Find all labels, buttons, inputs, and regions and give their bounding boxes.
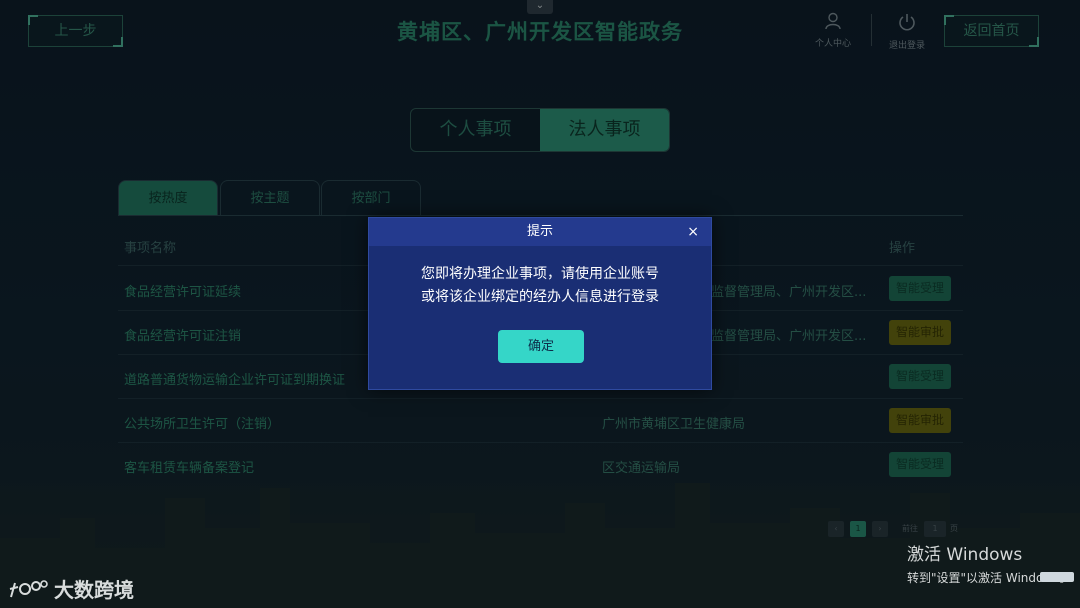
- dialog-message-line: 您即将办理企业事项，请使用企业账号: [421, 266, 659, 282]
- dialog-message: 您即将办理企业事项，请使用企业账号 或将该企业绑定的经办人信息进行登录: [369, 263, 711, 309]
- prompt-dialog: 提示 × 您即将办理企业事项，请使用企业账号 或将该企业绑定的经办人信息进行登录…: [368, 217, 712, 390]
- brand-logo-icon: [9, 579, 48, 597]
- close-icon[interactable]: ×: [687, 218, 699, 246]
- dialog-header: 提示 ×: [369, 218, 711, 246]
- dialog-title: 提示: [526, 224, 553, 239]
- system-tray-icons[interactable]: [1040, 572, 1074, 582]
- confirm-button[interactable]: 确定: [498, 330, 584, 363]
- watermark-text: 大数跨境: [54, 578, 134, 602]
- activation-title: 激活 Windows: [907, 545, 1023, 565]
- watermark: 大数跨境: [8, 574, 134, 603]
- dialog-message-line: 或将该企业绑定的经办人信息进行登录: [421, 289, 659, 305]
